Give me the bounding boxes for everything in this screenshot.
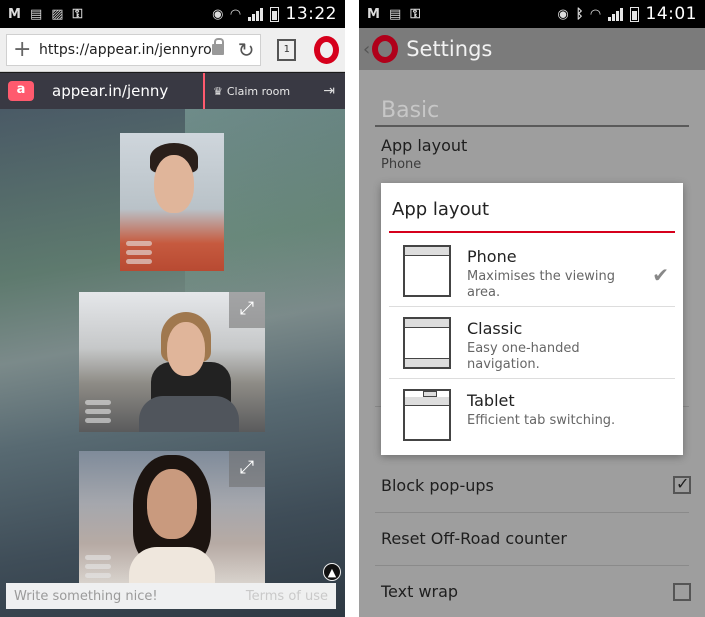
expand-icon[interactable]: ⤢ [229, 292, 265, 328]
reload-icon[interactable]: ↻ [238, 38, 255, 62]
opera-logo[interactable] [372, 35, 399, 63]
appear-in-screen: M ▤ ▨ ⚿ ◉ ◠ 13:22 + https://appear.in/je… [0, 0, 345, 617]
signal-icon [607, 7, 623, 21]
option-title: Classic [467, 319, 523, 338]
person-face [167, 322, 205, 376]
option-description: Efficient tab switching. [467, 413, 616, 428]
exit-icon[interactable]: ⇥ [323, 83, 335, 99]
terms-link[interactable]: Terms of use [246, 589, 328, 604]
header-divider [203, 73, 205, 109]
status-bar: M ▤ ⚿ ◉ ᛒ ◠ 14:01 [359, 0, 705, 28]
expand-icon[interactable]: ⤢ [229, 451, 265, 487]
block-popups-checkbox[interactable] [673, 474, 691, 494]
block-popups-setting[interactable]: Block pop-ups [381, 476, 689, 495]
status-clock: 13:22 [285, 4, 337, 24]
key-icon: ⚿ [410, 6, 421, 22]
opera-settings-screen: M ▤ ⚿ ◉ ᛒ ◠ 14:01 ‹ Settings Basic App l… [359, 0, 705, 617]
dialog-accent-rule [389, 231, 675, 233]
battery-icon [629, 6, 639, 22]
tablet-layout-icon [403, 389, 451, 441]
person-face [154, 155, 194, 213]
claim-room-label: Claim room [226, 84, 291, 98]
status-bar: M ▤ ▨ ⚿ ◉ ◠ 13:22 [0, 0, 345, 28]
video-tile-3[interactable]: ⤢ [79, 451, 265, 583]
person-shoulders [139, 396, 239, 432]
app-notification-icon: M [8, 6, 21, 22]
appear-header: a appear.in/jenny ♛ Claim room ⇥ [0, 73, 345, 109]
app-layout-dialog: App layout Phone Maximises the viewing a… [381, 183, 683, 455]
app-layout-setting[interactable]: App layout Phone [381, 136, 689, 172]
video-tile-2[interactable]: ⤢ [79, 292, 265, 432]
address-bar[interactable]: + https://appear.in/jennyro ↻ [6, 33, 262, 66]
layout-option-phone[interactable]: Phone Maximises the viewing area. ✔ [381, 235, 683, 307]
eye-icon: ◉ [212, 6, 224, 22]
battery-icon [269, 6, 279, 22]
check-icon: ✔ [652, 263, 669, 287]
row-divider [375, 565, 689, 566]
section-divider [375, 125, 689, 127]
sim-icon: ▤ [29, 6, 43, 22]
image-icon: ▨ [51, 6, 64, 22]
key-icon: ⚿ [72, 6, 83, 22]
person-shoulders [129, 547, 215, 583]
volume-control[interactable] [85, 400, 111, 426]
reset-offroad-setting[interactable]: Reset Off-Road counter [381, 529, 689, 548]
sim-icon: ▤ [388, 6, 402, 22]
dialog-title: App layout [392, 199, 490, 220]
volume-control[interactable] [85, 555, 111, 581]
scroll-up-icon[interactable]: ▲ [323, 563, 341, 581]
layout-option-tablet[interactable]: Tablet Efficient tab switching. [381, 379, 683, 451]
app-notification-icon: M [367, 6, 380, 22]
setting-title: Reset Off-Road counter [381, 529, 567, 548]
video-tile-1[interactable] [120, 133, 224, 271]
text-wrap-setting[interactable]: Text wrap [381, 582, 689, 601]
crown-icon: ♛ [213, 84, 223, 98]
appear-logo[interactable]: a [8, 81, 34, 101]
plus-icon[interactable]: + [13, 37, 35, 62]
bottom-toolbar-shape [405, 358, 449, 367]
layout-option-classic[interactable]: Classic Easy one-handed navigation. [381, 307, 683, 379]
setting-title: App layout [381, 136, 468, 155]
lock-icon [211, 38, 224, 55]
signal-icon [247, 7, 263, 21]
setting-title: Block pop-ups [381, 476, 494, 495]
top-toolbar-shape [405, 247, 449, 256]
volume-control[interactable] [126, 241, 152, 267]
chat-input[interactable]: Write something nice! Terms of use [6, 583, 336, 609]
page-title: Settings [406, 37, 493, 61]
top-toolbar-shape [405, 397, 449, 406]
claim-room-button[interactable]: ♛ Claim room [213, 85, 290, 98]
section-header: Basic [381, 98, 440, 123]
classic-layout-icon [403, 317, 451, 369]
row-divider [375, 512, 689, 513]
room-title: appear.in/jenny [52, 82, 169, 100]
setting-value: Phone [381, 157, 422, 172]
tabs-button[interactable]: 1 [277, 38, 297, 61]
status-clock: 14:01 [645, 4, 697, 24]
wifi-icon: ◠ [230, 6, 241, 22]
option-description: Easy one-handed navigation. [467, 341, 580, 372]
bluetooth-icon: ᛒ [575, 6, 584, 22]
option-title: Phone [467, 247, 517, 266]
option-title: Tablet [467, 391, 515, 410]
browser-toolbar: + https://appear.in/jennyro ↻ 1 [0, 28, 345, 72]
option-description: Maximises the viewing area. [467, 269, 615, 300]
opera-menu-icon[interactable] [314, 35, 339, 64]
settings-action-bar: ‹ Settings [359, 28, 705, 70]
wifi-icon: ◠ [590, 6, 601, 22]
eye-icon: ◉ [557, 6, 569, 22]
room-background: ⤢ ⤢ ▲ Write something nice! Terms of use [0, 109, 345, 617]
phone-layout-icon [403, 245, 451, 297]
text-wrap-checkbox[interactable] [673, 583, 691, 601]
person-face [147, 469, 197, 539]
chat-placeholder[interactable]: Write something nice! [14, 589, 158, 604]
tab-strip-shape [423, 391, 437, 397]
top-toolbar-shape [405, 319, 449, 328]
url-text[interactable]: https://appear.in/jennyro [39, 42, 212, 58]
setting-title: Text wrap [381, 582, 459, 601]
back-chevron-icon[interactable]: ‹ [363, 39, 370, 60]
